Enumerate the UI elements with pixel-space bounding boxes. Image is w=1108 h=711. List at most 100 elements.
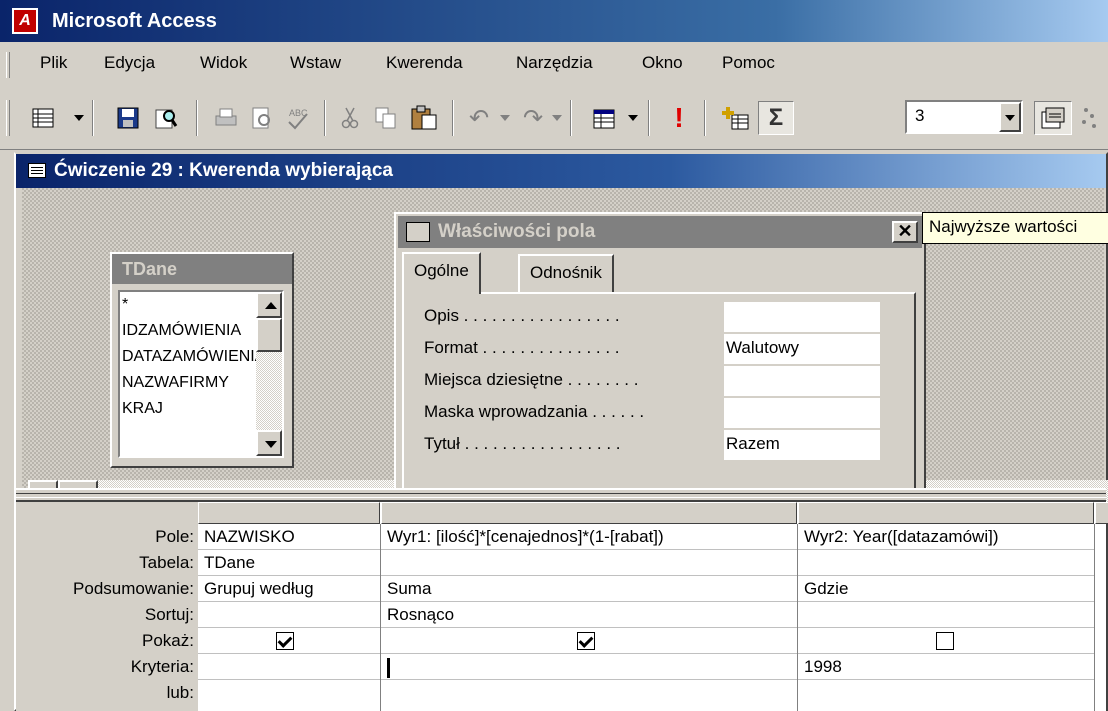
- field-properties-title-bar[interactable]: Właściwości pola ✕: [398, 216, 922, 248]
- cut-icon[interactable]: [334, 101, 366, 135]
- copy-icon[interactable]: [370, 101, 402, 135]
- table-pane[interactable]: TDane * IDZAMÓWIENIA DATAZAMÓWIENIA NAZW…: [22, 188, 1108, 510]
- menu-narzedzia[interactable]: Narzędzia: [516, 53, 593, 73]
- menu-edycja[interactable]: Edycja: [104, 53, 155, 73]
- properties-icon[interactable]: [1034, 101, 1072, 135]
- tab-odnosnik[interactable]: Odnośnik: [518, 254, 614, 292]
- field-list[interactable]: * IDZAMÓWIENIA DATAZAMÓWIENIA NAZWAFIRMY…: [118, 290, 284, 458]
- redo-icon[interactable]: ↷: [518, 101, 548, 135]
- menu-plik[interactable]: Plik: [40, 53, 67, 73]
- toolbar-separator: [648, 100, 650, 136]
- field-list-item[interactable]: NAZWAFIRMY: [120, 370, 260, 396]
- query-type-icon[interactable]: [586, 101, 622, 135]
- toolbar-separator: [452, 100, 454, 136]
- table-box-tdane[interactable]: TDane * IDZAMÓWIENIA DATAZAMÓWIENIA NAZW…: [110, 252, 294, 468]
- grid-cell-pole[interactable]: NAZWISKO: [198, 524, 380, 550]
- menu-pomoc[interactable]: Pomoc: [722, 53, 775, 73]
- build-icon[interactable]: [1080, 101, 1108, 135]
- field-list-item[interactable]: IDZAMÓWIENIA: [120, 318, 260, 344]
- print-preview-icon[interactable]: [246, 101, 278, 135]
- show-table-icon[interactable]: [718, 101, 754, 135]
- menu-grip[interactable]: [6, 52, 10, 78]
- grid-cell-podsumowanie[interactable]: Suma: [381, 576, 797, 602]
- grid-cell-lub[interactable]: [381, 680, 797, 706]
- grid-cell-sortuj[interactable]: [798, 602, 1094, 628]
- property-label: Format . . . . . . . . . . . . . . .: [424, 338, 620, 357]
- show-checkbox[interactable]: [276, 632, 294, 650]
- grid-cell-kryteria[interactable]: [198, 654, 380, 680]
- menu-kwerenda[interactable]: Kwerenda: [386, 53, 463, 73]
- grid-cell-podsumowanie[interactable]: Grupuj według: [198, 576, 380, 602]
- grid-cell-podsumowanie[interactable]: Gdzie: [798, 576, 1094, 602]
- query-type-dropdown-icon[interactable]: [628, 115, 638, 121]
- column-selector[interactable]: [381, 502, 797, 524]
- property-value-input[interactable]: [724, 366, 880, 396]
- run-icon[interactable]: !: [664, 101, 694, 135]
- pane-splitter[interactable]: [16, 488, 1106, 502]
- grid-cell-lub[interactable]: [798, 680, 1094, 706]
- property-label: Miejsca dziesiętne . . . . . . . .: [424, 370, 639, 389]
- grid-cell-tabela[interactable]: [798, 550, 1094, 576]
- totals-icon[interactable]: Σ: [758, 101, 794, 135]
- scroll-thumb[interactable]: [256, 318, 282, 352]
- close-button[interactable]: ✕: [892, 221, 918, 243]
- redo-dropdown-icon[interactable]: [552, 115, 562, 121]
- grid-cell-pokaz[interactable]: [198, 628, 380, 654]
- query-icon[interactable]: [28, 163, 46, 178]
- undo-dropdown-icon[interactable]: [500, 115, 510, 121]
- search-icon[interactable]: [150, 101, 182, 135]
- access-key-icon[interactable]: A: [12, 8, 38, 34]
- column-selector[interactable]: [1095, 502, 1108, 524]
- grid-cell-kryteria[interactable]: [381, 654, 797, 680]
- query-window-title-bar[interactable]: Ćwiczenie 29 : Kwerenda wybierająca: [16, 154, 1106, 188]
- view-dropdown-icon[interactable]: [74, 115, 84, 121]
- view-icon[interactable]: [18, 101, 68, 135]
- show-checkbox[interactable]: [577, 632, 595, 650]
- paste-icon[interactable]: [406, 101, 442, 135]
- grid-cell-pole[interactable]: Wyr2: Year([datazamówi]): [798, 524, 1094, 550]
- field-list-item[interactable]: KRAJ: [120, 396, 260, 422]
- grid-cell-kryteria[interactable]: 1998: [798, 654, 1094, 680]
- menu-wstaw[interactable]: Wstaw: [290, 53, 341, 73]
- toolbar-separator: [196, 100, 198, 136]
- grid-cell-pokaz[interactable]: [798, 628, 1094, 654]
- menu-okno[interactable]: Okno: [642, 53, 683, 73]
- menu-widok[interactable]: Widok: [200, 53, 247, 73]
- grid-cell-tabela[interactable]: [381, 550, 797, 576]
- field-list-item[interactable]: *: [120, 292, 260, 318]
- column-selector[interactable]: [198, 502, 380, 524]
- property-value-input[interactable]: Razem: [724, 430, 880, 460]
- grid-cell-sortuj[interactable]: [198, 602, 380, 628]
- arrow-down-icon: [265, 441, 277, 448]
- grid-cell-tabela[interactable]: TDane: [198, 550, 380, 576]
- column-selector[interactable]: [798, 502, 1094, 524]
- property-value-input[interactable]: [724, 398, 880, 428]
- row-label-pole: Pole:: [155, 527, 194, 546]
- spelling-icon[interactable]: ABC: [282, 101, 314, 135]
- tab-ogolne[interactable]: Ogólne: [402, 252, 481, 294]
- save-icon[interactable]: [112, 101, 144, 135]
- undo-icon[interactable]: ↶: [464, 101, 494, 135]
- row-label-lub: lub:: [166, 683, 194, 702]
- text-caret: [387, 658, 390, 678]
- row-labels: Pole: Tabela: Podsumowanie: Sortuj: Poka…: [16, 502, 198, 711]
- grid-cell-lub[interactable]: [198, 680, 380, 706]
- toolbar-grip[interactable]: [6, 100, 10, 136]
- scroll-down-button[interactable]: [256, 430, 282, 456]
- property-value-input[interactable]: Walutowy: [724, 334, 880, 364]
- print-icon[interactable]: [210, 101, 242, 135]
- table-box-title[interactable]: TDane: [112, 254, 292, 284]
- chevron-down-icon[interactable]: [999, 102, 1021, 132]
- property-value-input[interactable]: [724, 302, 880, 332]
- row-label-kryteria: Kryteria:: [130, 657, 194, 676]
- field-list-item[interactable]: DATAZAMÓWIENIA: [120, 344, 260, 370]
- field-list-scrollbar[interactable]: [256, 292, 282, 456]
- grid-cell-sortuj[interactable]: Rosnąco: [381, 602, 797, 628]
- top-values-combo[interactable]: 3: [905, 100, 1023, 134]
- show-checkbox[interactable]: [936, 632, 954, 650]
- row-label-tabela: Tabela:: [139, 553, 194, 572]
- grid-cell-pokaz[interactable]: [381, 628, 797, 654]
- scroll-up-button[interactable]: [256, 292, 282, 318]
- grid-cell-pole[interactable]: Wyr1: [ilość]*[cenajednos]*(1-[rabat]): [381, 524, 797, 550]
- menu-bar: Plik Edycja Widok Wstaw Kwerenda Narzędz…: [0, 42, 1108, 88]
